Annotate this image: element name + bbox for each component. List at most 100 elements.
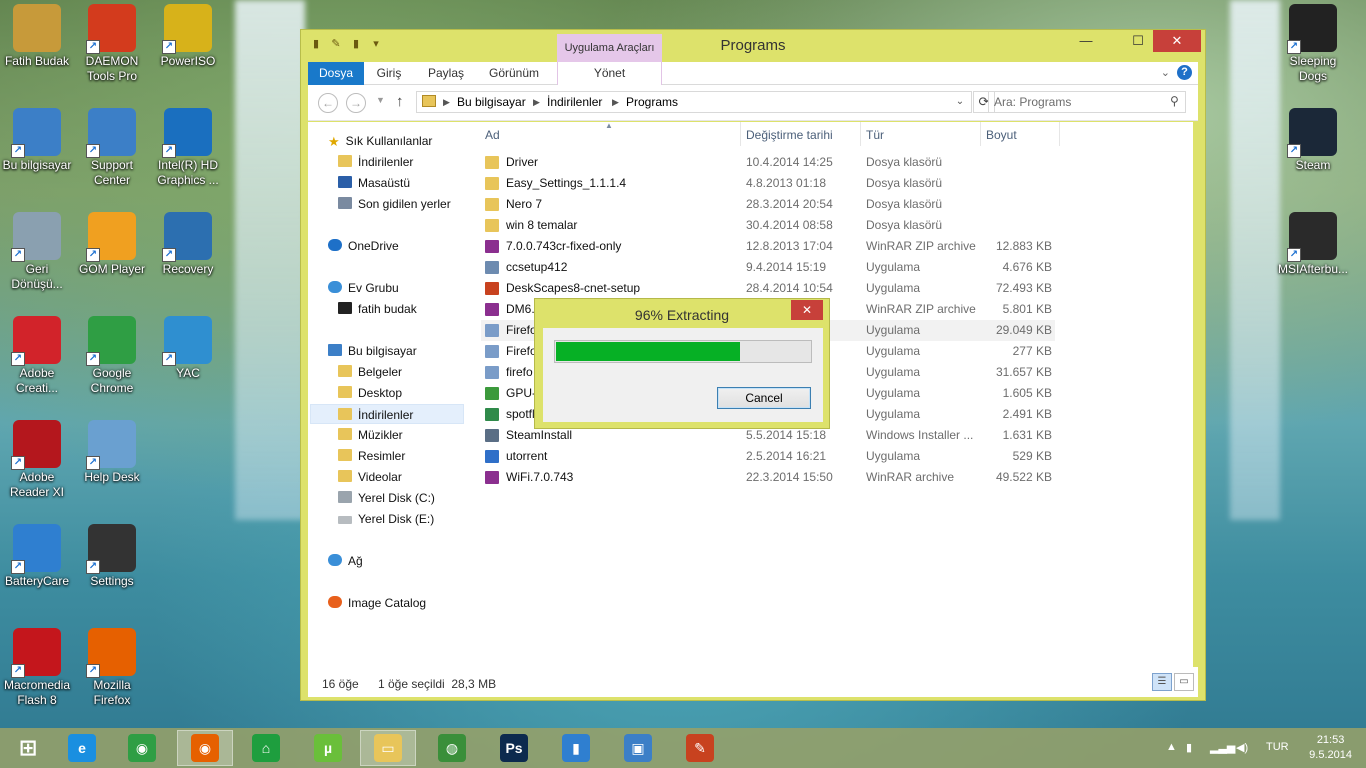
nav-fav-downloads[interactable]: İndirilenler bbox=[338, 152, 413, 172]
nav-downloads-selected[interactable]: İndirilenler bbox=[310, 404, 464, 424]
dialog-close-button[interactable]: ✕ bbox=[791, 300, 823, 320]
breadcrumb-this-pc[interactable]: Bu bilgisayar bbox=[457, 92, 526, 112]
breadcrumb-separator-icon[interactable]: ▶ bbox=[443, 92, 450, 112]
search-icon[interactable]: ⚲ bbox=[1170, 94, 1179, 108]
ribbon-expand-icon[interactable]: ⌄ bbox=[1161, 66, 1170, 79]
desktop-icon-adobe-reader[interactable]: ↗ Adobe Reader XI bbox=[0, 420, 74, 500]
taskbar-winrar-box[interactable]: ▣ bbox=[610, 730, 666, 766]
breadcrumb-downloads[interactable]: İndirilenler bbox=[547, 92, 602, 112]
breadcrumb-programs[interactable]: Programs bbox=[626, 92, 678, 112]
forward-button[interactable]: → bbox=[346, 93, 366, 113]
close-button[interactable]: ✕ bbox=[1153, 30, 1201, 52]
taskbar-utorrent[interactable]: µ bbox=[300, 730, 356, 766]
folder-row[interactable]: win 8 temalar 30.4.2014 08:58 Dosya klasör… bbox=[481, 215, 1055, 236]
minimize-button[interactable]: — bbox=[1071, 30, 1101, 52]
nav-videos[interactable]: Videolar bbox=[338, 467, 402, 487]
recent-locations-icon[interactable]: ▼ bbox=[376, 95, 385, 105]
up-button[interactable]: ↑ bbox=[396, 93, 404, 110]
taskbar-firefox[interactable]: ◉ bbox=[177, 730, 233, 766]
file-row[interactable]: DeskScapes8-cnet-setup 28.4.2014 10:54 Uyg… bbox=[481, 278, 1055, 299]
help-icon[interactable]: ? bbox=[1177, 65, 1192, 80]
taskbar-photoshop[interactable]: Ps bbox=[486, 730, 542, 766]
taskbar-tool[interactable]: ✎ bbox=[672, 730, 728, 766]
address-bar[interactable]: ▶ Bu bilgisayar ▶ İndirilenler ▶ Program… bbox=[416, 91, 995, 113]
desktop-icon-sleeping-dogs[interactable]: ↗ Sleeping Dogs bbox=[1276, 4, 1350, 84]
file-row[interactable]: 7.0.0.743cr-fixed-only 12.8.2013 17:04 Win… bbox=[481, 236, 1055, 257]
taskbar-network-globe[interactable]: ◍ bbox=[424, 730, 480, 766]
desktop-icon-support-center[interactable]: ↗ Support Center bbox=[75, 108, 149, 188]
desktop-icon-recovery[interactable]: ↗ Recovery bbox=[151, 212, 225, 277]
show-hidden-icons-icon[interactable]: ▲ bbox=[1166, 741, 1177, 753]
tab-gorunum[interactable]: Görünüm bbox=[482, 62, 546, 85]
nav-onedrive[interactable]: OneDrive bbox=[328, 236, 399, 256]
taskbar-store[interactable]: ⌂ bbox=[238, 730, 294, 766]
power-icon[interactable]: ▮ bbox=[1186, 741, 1192, 754]
tab-paylas[interactable]: Paylaş bbox=[422, 62, 470, 85]
folder-row[interactable]: Nero 7 28.3.2014 20:54 Dosya klasörü bbox=[481, 194, 1055, 215]
cancel-button[interactable]: Cancel bbox=[717, 387, 811, 409]
desktop-icon-settings-knob[interactable]: ↗ Settings bbox=[75, 524, 149, 589]
maximize-button[interactable]: ☐ bbox=[1123, 30, 1153, 52]
desktop-icon-gom-player[interactable]: ↗ GOM Player bbox=[75, 212, 149, 277]
clock[interactable]: 21:53 9.5.2014 bbox=[1309, 733, 1352, 763]
desktop-icon-computer[interactable]: ↗ Bu bilgisayar bbox=[0, 108, 74, 173]
volume-icon[interactable]: ◀) bbox=[1236, 741, 1248, 754]
nav-pictures[interactable]: Resimler bbox=[338, 446, 405, 466]
column-divider[interactable] bbox=[740, 122, 741, 146]
desktop-icon-recycle-bin[interactable]: ↗ Geri Dönüşü... bbox=[0, 212, 74, 292]
folder-row[interactable]: Easy_Settings_1.1.1.4 4.8.2013 01:18 Dosya… bbox=[481, 173, 1055, 194]
folder-row[interactable]: Driver 10.4.2014 14:25 Dosya klasörü bbox=[481, 152, 1055, 173]
breadcrumb-separator-icon[interactable]: ▶ bbox=[612, 92, 619, 112]
desktop-icon-daemon-tools[interactable]: ↗ DAEMON Tools Pro bbox=[75, 4, 149, 84]
tab-giris[interactable]: Giriş bbox=[368, 62, 410, 85]
desktop-icon-help-desk[interactable]: ↗ Help Desk bbox=[75, 420, 149, 485]
taskbar-file-explorer[interactable]: ▭ bbox=[360, 730, 416, 766]
large-icons-view-icon[interactable]: ▭ bbox=[1174, 673, 1194, 691]
taskbar-chrome[interactable]: ◉ bbox=[114, 730, 170, 766]
column-divider[interactable] bbox=[1059, 122, 1060, 146]
nav-favorites[interactable]: ★ Sık Kullanılanlar bbox=[328, 131, 432, 151]
nav-homegroup-user[interactable]: fatih budak bbox=[338, 299, 417, 319]
column-divider[interactable] bbox=[860, 122, 861, 146]
back-button[interactable]: ← bbox=[318, 93, 338, 113]
nav-desktop[interactable]: Desktop bbox=[338, 383, 402, 403]
column-header-type[interactable]: Tür bbox=[866, 128, 884, 142]
file-row[interactable]: WiFi.7.0.743 22.3.2014 15:50 WinRAR archiv… bbox=[481, 467, 1055, 488]
desktop-icon-steam[interactable]: ↗ Steam bbox=[1276, 108, 1350, 173]
nav-music[interactable]: Müzikler bbox=[338, 425, 403, 445]
column-header-date[interactable]: Değiştirme tarihi bbox=[746, 128, 833, 142]
taskbar-battery-care[interactable]: ▮ bbox=[548, 730, 604, 766]
file-row[interactable]: utorrent 2.5.2014 16:21 Uygulama 529 KB bbox=[481, 446, 1055, 467]
chevron-down-icon[interactable]: ⌄ bbox=[951, 92, 969, 112]
language-indicator[interactable]: TUR bbox=[1266, 741, 1289, 753]
desktop-icon-battery[interactable]: ↗ BatteryCare bbox=[0, 524, 74, 589]
column-header-size[interactable]: Boyut bbox=[986, 128, 1017, 142]
nav-this-pc[interactable]: Bu bilgisayar bbox=[328, 341, 417, 361]
desktop-icon-flash[interactable]: ↗ Macromedia Flash 8 bbox=[0, 628, 74, 708]
desktop-icon-yac-shield[interactable]: ↗ YAC bbox=[151, 316, 225, 381]
nav-image-catalog[interactable]: Image Catalog bbox=[328, 593, 426, 613]
nav-documents[interactable]: Belgeler bbox=[338, 362, 402, 382]
nav-disk-e[interactable]: Yerel Disk (E:) bbox=[338, 509, 434, 529]
title-bar[interactable]: ▮ ✎ ▮ ▾ Uygulama Araçları Programs — ☐ ✕ bbox=[301, 30, 1205, 62]
desktop-icon-adobe-cc[interactable]: ↗ Adobe Creati... bbox=[0, 316, 74, 396]
column-divider[interactable] bbox=[980, 122, 981, 146]
nav-fav-recent[interactable]: Son gidilen yerler bbox=[338, 194, 451, 214]
taskbar-internet-explorer[interactable]: e bbox=[54, 730, 110, 766]
nav-homegroup[interactable]: Ev Grubu bbox=[328, 278, 399, 298]
nav-fav-desktop[interactable]: Masaüstü bbox=[338, 173, 410, 193]
desktop-icon-user-folder[interactable]: Fatih Budak bbox=[0, 4, 74, 69]
desktop-icon-chrome[interactable]: ↗ Google Chrome bbox=[75, 316, 149, 396]
taskbar-start[interactable]: ⊞ bbox=[0, 730, 56, 766]
search-input[interactable]: Ara: Programs bbox=[988, 91, 1186, 113]
nav-network[interactable]: Ağ bbox=[328, 551, 363, 571]
desktop-icon-intel-graphics[interactable]: ↗ Intel(R) HD Graphics ... bbox=[151, 108, 225, 188]
tab-dosya[interactable]: Dosya bbox=[308, 62, 364, 85]
signal-icon[interactable]: ▂▃▅ bbox=[1210, 741, 1235, 754]
nav-disk-c[interactable]: Yerel Disk (C:) bbox=[338, 488, 435, 508]
column-header-name[interactable]: Ad bbox=[485, 128, 500, 142]
desktop-icon-poweriso[interactable]: ↗ PowerISO bbox=[151, 4, 225, 69]
file-row[interactable]: ccsetup412 9.4.2014 15:19 Uygulama 4.676 KB bbox=[481, 257, 1055, 278]
details-view-icon[interactable]: ☰ bbox=[1152, 673, 1172, 691]
desktop-icon-msi-afterburner[interactable]: ↗ MSIAfterbu... bbox=[1276, 212, 1350, 277]
